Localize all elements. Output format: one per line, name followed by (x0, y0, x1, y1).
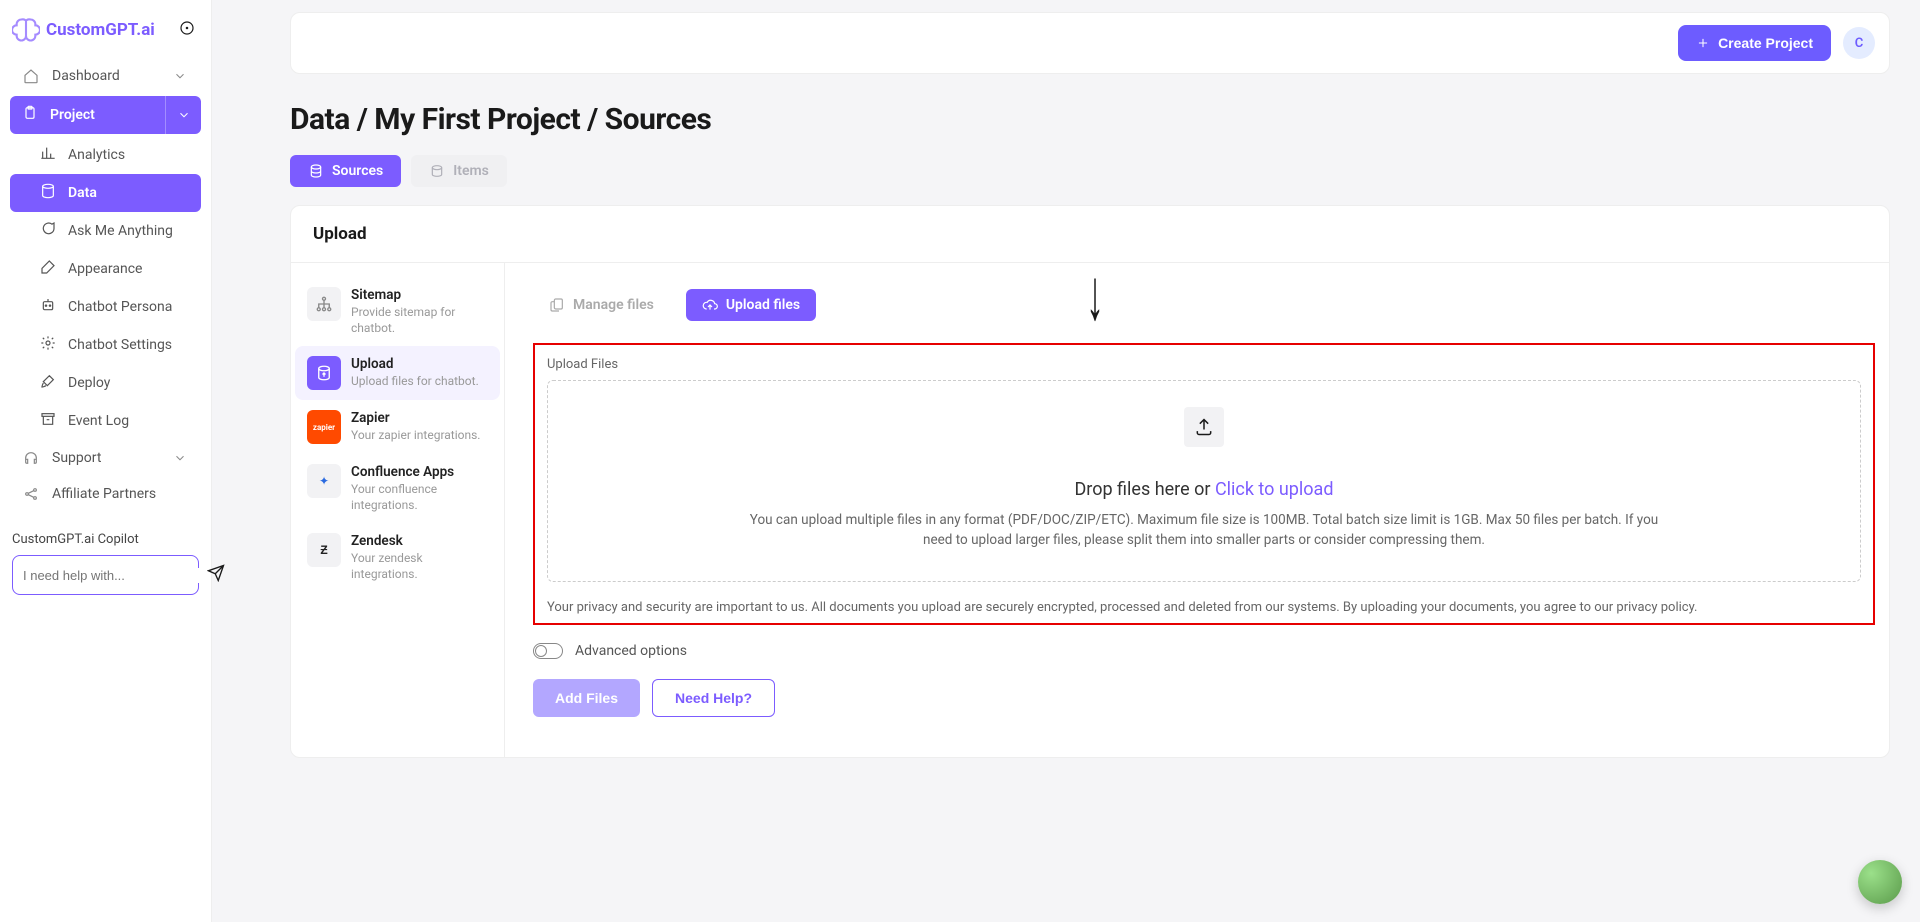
annotation-arrow-icon: ↓ (1086, 259, 1104, 331)
copilot-input[interactable] (23, 568, 199, 583)
source-zendesk[interactable]: Ƶ ZendeskYour zendesk integrations. (295, 523, 500, 592)
robot-icon (40, 297, 56, 317)
upload-db-icon (307, 356, 341, 390)
add-files-button[interactable]: Add Files (533, 679, 640, 717)
tab-items[interactable]: Items (411, 155, 507, 187)
source-confluence[interactable]: ✦ Confluence AppsYour confluence integra… (295, 454, 500, 523)
sidebar-item-analytics[interactable]: Analytics (10, 136, 201, 174)
headphones-icon (22, 449, 40, 467)
cloud-upload-icon (702, 297, 718, 313)
home-icon (22, 67, 40, 85)
sidebar-item-project[interactable]: Project (10, 96, 201, 134)
need-help-button[interactable]: Need Help? (652, 679, 775, 717)
create-project-button[interactable]: Create Project (1678, 25, 1831, 61)
advanced-label: Advanced options (575, 643, 687, 659)
breadcrumb: Data / My First Project / Sources (290, 102, 1890, 137)
gear-icon (40, 335, 56, 355)
upload-panel: Upload SitemapProvide sitemap for chatbo… (290, 205, 1890, 758)
topbar: Create Project C (290, 12, 1890, 74)
upload-icon (1184, 407, 1224, 447)
files-icon (549, 297, 565, 313)
archive-icon (40, 411, 56, 431)
database-icon (40, 183, 56, 203)
dropzone-help: You can upload multiple files in any for… (734, 510, 1674, 551)
copilot-input-wrap[interactable] (12, 555, 199, 595)
rocket-icon (40, 373, 56, 393)
zapier-icon: zapier (307, 410, 341, 444)
advanced-toggle[interactable] (533, 643, 563, 659)
chat-icon (40, 221, 56, 241)
sidebar-item-support[interactable]: Support (10, 440, 201, 476)
sidebar-item-eventlog[interactable]: Event Log (10, 402, 201, 440)
page-tabs: Sources Items (290, 155, 1890, 187)
clipboard-icon (22, 105, 38, 125)
chevron-down-icon (171, 449, 189, 467)
items-icon (429, 163, 445, 179)
advanced-options-row: Advanced options (533, 643, 1875, 659)
dropzone[interactable]: Drop files here or Click to upload You c… (547, 380, 1861, 582)
copilot-title: CustomGPT.ai Copilot (12, 532, 199, 547)
sidebar-item-appearance[interactable]: Appearance (10, 250, 201, 288)
share-icon (22, 485, 40, 503)
confluence-icon: ✦ (307, 464, 341, 498)
project-chevron[interactable] (165, 96, 201, 134)
chart-icon (40, 145, 56, 165)
chat-widget-button[interactable] (1858, 860, 1902, 904)
stack-icon (308, 163, 324, 179)
main-content: Create Project C Data / My First Project… (212, 0, 1920, 922)
annotation-highlight: Upload Files Drop files here or Click to… (533, 343, 1875, 625)
tab-sources[interactable]: Sources (290, 155, 401, 187)
sidebar-item-dashboard[interactable]: Dashboard (10, 58, 201, 94)
privacy-note: Your privacy and security are important … (547, 598, 1861, 618)
brand-logo[interactable]: CustomGPT.ai (12, 16, 155, 44)
tab-upload-files[interactable]: Upload files (686, 289, 816, 321)
tab-manage-files[interactable]: Manage files (533, 289, 670, 321)
user-avatar[interactable]: C (1843, 27, 1875, 59)
sidebar-item-ask[interactable]: Ask Me Anything (10, 212, 201, 250)
dropzone-heading: Drop files here or Click to upload (572, 479, 1836, 500)
brush-icon (40, 259, 56, 279)
source-list: SitemapProvide sitemap for chatbot. Uplo… (291, 263, 505, 757)
sidebar-item-data[interactable]: Data (10, 174, 201, 212)
source-zapier[interactable]: zapier ZapierYour zapier integrations. (295, 400, 500, 454)
sidebar-item-settings[interactable]: Chatbot Settings (10, 326, 201, 364)
source-sitemap[interactable]: SitemapProvide sitemap for chatbot. (295, 277, 500, 346)
sitemap-icon (307, 287, 341, 321)
chevron-down-icon (171, 67, 189, 85)
sidebar-item-affiliate[interactable]: Affiliate Partners (10, 476, 201, 512)
click-to-upload-link[interactable]: Click to upload (1215, 479, 1334, 500)
upload-files-label: Upload Files (547, 357, 1861, 372)
sidebar-item-deploy[interactable]: Deploy (10, 364, 201, 402)
brain-icon (12, 16, 40, 44)
sidebar: CustomGPT.ai Dashboard Project Analytics… (0, 0, 212, 922)
source-upload[interactable]: UploadUpload files for chatbot. (295, 346, 500, 400)
collapse-icon[interactable] (179, 20, 195, 40)
copilot-section: CustomGPT.ai Copilot (10, 532, 201, 595)
sidebar-item-persona[interactable]: Chatbot Persona (10, 288, 201, 326)
upload-content: ↓ Manage files Upload files Upload Files… (505, 263, 1889, 757)
brand-text: CustomGPT.ai (46, 20, 155, 40)
plus-icon (1696, 36, 1710, 50)
zendesk-icon: Ƶ (307, 533, 341, 567)
